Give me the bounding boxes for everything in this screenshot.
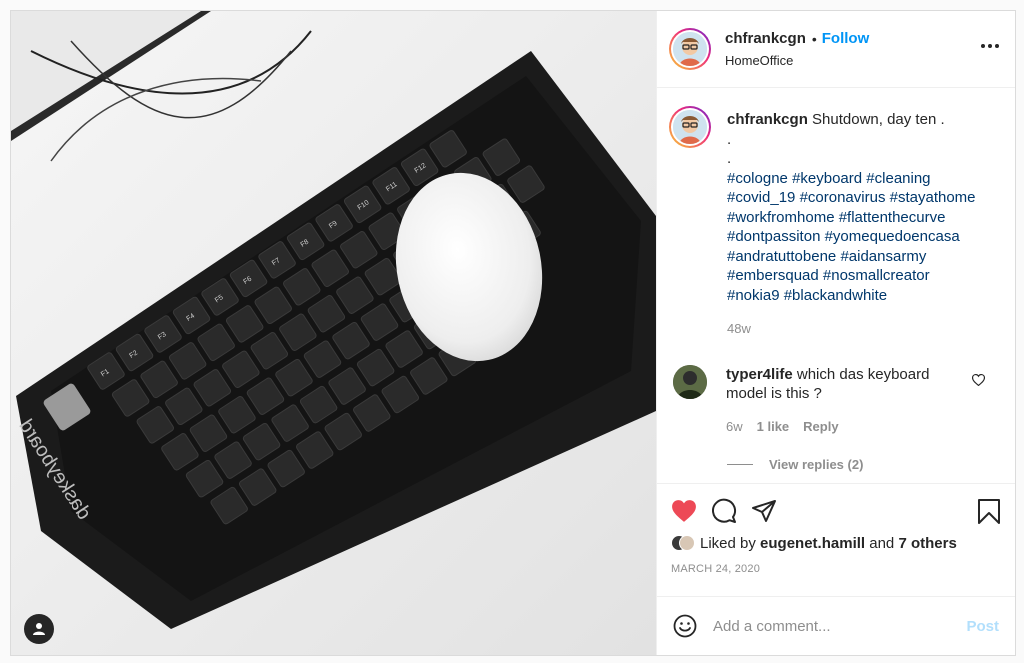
comments-list[interactable]: chfrankcgn Shutdown, day ten . . . #colo… [657,88,1015,483]
commenter-avatar[interactable] [673,364,707,399]
hashtag-link[interactable]: #cleaning [866,170,930,187]
avatar-illustration-icon [673,32,707,66]
author-username[interactable]: chfrankcgn [725,30,806,47]
hashtag-link[interactable]: #nosmallcreator [823,267,930,284]
hashtag-link[interactable]: #stayathome [890,189,976,206]
user-silhouette-icon [33,623,45,635]
hashtag-link[interactable]: #workfromhome [727,209,835,226]
caption-dot-line: . [727,130,732,148]
comment-likes[interactable]: 1 like [757,417,790,437]
likes-prefix: Liked by [700,534,756,552]
author-avatar[interactable] [669,28,711,70]
tagged-users-button[interactable] [24,614,54,644]
reply-button[interactable]: Reply [803,417,838,437]
liker-username[interactable]: eugenet.hamill [760,535,865,552]
caption-text: Shutdown, day ten . [812,111,945,128]
like-comment-button[interactable] [971,373,986,391]
hashtag-link[interactable]: #flattenthecurve [839,209,946,226]
post-comment-button[interactable]: Post [966,618,999,635]
hashtag-link[interactable]: #blackandwhite [784,287,887,304]
comment-input[interactable] [713,617,967,635]
location-link[interactable]: HomeOffice [725,53,869,68]
caption-dot-line: . [727,150,732,167]
post-header: chfrankcgn • Follow HomeOffice [657,11,1015,88]
separator-dot: • [811,30,817,47]
bookmark-icon [978,498,1000,524]
avatar-photo-icon [673,364,707,399]
comment-icon [712,498,736,523]
post-photo: F1 F2 F3 F4 F5 F6 F7 F8 F9 F10 F11 F12 daskeyboard [11,11,656,655]
hashtag-link[interactable]: #coronavirus [800,189,886,206]
caption-timestamp[interactable]: 48w [727,319,997,339]
hashtag-link[interactable]: #nokia9 [727,287,780,304]
commenter-username[interactable]: typer4life [726,366,793,383]
hashtag-link[interactable]: #cologne [727,170,788,187]
post-date[interactable]: MARCH 24, 2020 [671,563,1001,575]
more-options-button[interactable] [981,44,999,48]
hashtag-link[interactable]: #aidansarmy [840,248,926,265]
hashtag-link[interactable]: #covid_19 [727,189,795,206]
comment-composer: Post [657,596,1015,655]
avatar-illustration-icon [673,110,707,144]
view-replies-button[interactable]: View replies (2) [727,457,999,472]
more-horizontal-icon [981,44,985,48]
liker-avatars [671,533,695,553]
hashtag-link[interactable]: #yomequedoencasa [825,228,960,245]
keyboard-photo: F1F2F3F4F5F6F7F8F9F10F11F12 daskeyboard [11,11,656,655]
likes-summary: Liked by eugenet.hamill and 7 others [671,533,1001,553]
comment-timestamp[interactable]: 6w [726,417,743,437]
replies-divider [727,464,753,465]
follow-button[interactable]: Follow [822,30,870,47]
likes-and: and [869,534,895,552]
heart-outline-icon [971,373,986,386]
emoji-icon[interactable] [673,614,697,638]
like-button[interactable] [671,499,697,523]
post-sidebar: chfrankcgn • Follow HomeOffice chfrankcg… [656,11,1015,655]
hashtag-link[interactable]: #keyboard [792,170,862,187]
likes-others-link[interactable]: 7 others [898,535,956,552]
hashtag-link[interactable]: #embersquad [727,267,819,284]
hashtag-block: #cologne #keyboard #cleaning #covid_19 #… [727,169,997,306]
comment-item: typer4life which das keyboard model is t… [669,364,999,437]
hashtag-link[interactable]: #dontpassiton [727,228,820,245]
caption-username[interactable]: chfrankcgn [727,111,808,128]
hashtag-link[interactable]: #andratuttobene [727,248,836,265]
post-actions: Liked by eugenet.hamill and 7 others MAR… [657,483,1015,596]
heart-filled-icon [672,500,696,522]
save-button[interactable] [977,498,1001,525]
comment-button[interactable] [711,498,737,524]
share-button[interactable] [751,499,777,523]
view-replies-label: View replies (2) [769,457,864,472]
post-dialog: F1 F2 F3 F4 F5 F6 F7 F8 F9 F10 F11 F12 daskeyboard [10,10,1016,656]
caption-author-avatar[interactable] [669,106,711,148]
caption: chfrankcgn Shutdown, day ten . . . #colo… [669,106,999,339]
share-icon [752,500,776,522]
